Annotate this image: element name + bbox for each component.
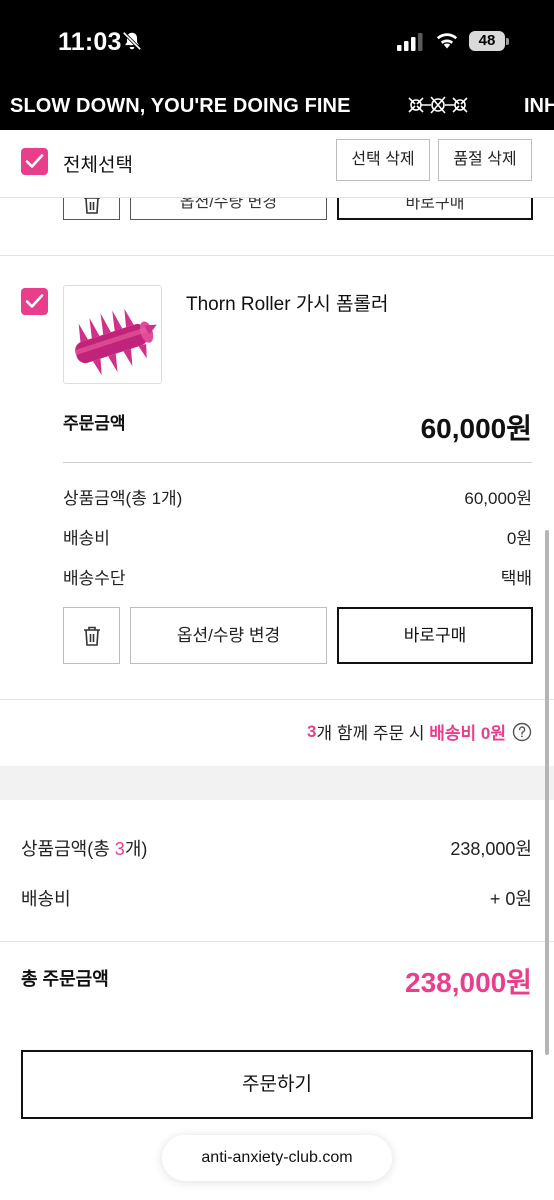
buy-now-button[interactable]: 바로구매 [337,607,533,664]
cellular-signal-icon [397,33,423,51]
grand-total-value: 238,000원 [405,967,532,998]
select-all-checkbox[interactable] [21,148,48,175]
shipping-fee-label: 배송비 [63,529,110,548]
delete-soldout-button[interactable]: 품절 삭제 [438,139,532,181]
total-product-count: 3 [114,839,125,859]
announcement-marquee[interactable]: SLOW DOWN, YOU'RE DOING FINE INH [0,80,554,130]
delivery-method-label: 배송수단 [63,569,126,588]
wifi-icon [436,33,458,49]
marquee-text: SLOW DOWN, YOU'RE DOING FINE [10,95,351,117]
total-product-label: 상품금액(총 3개) [21,839,148,859]
bundle-highlight: 배송비 0원 [429,724,506,743]
battery-icon: 48 [469,31,509,51]
product-amount-value: 60,000원 [464,489,532,508]
foam-roller-image [74,308,157,376]
grand-total-label: 총 주문금액 [21,969,109,989]
select-all-label: 전체선택 [63,155,133,176]
previous-item-actions: 옵션/수량 변경 바로구매 [0,198,554,223]
total-shipping-value: + 0원 [489,889,532,909]
status-time: 11:03 [58,28,122,56]
bell-slash-icon [122,31,142,51]
scrollbar[interactable] [545,530,549,1055]
item-bottom-divider [0,699,554,700]
status-bar: 11:03 48 [0,0,554,80]
shipping-fee-value: 0원 [506,529,532,548]
amount-divider [63,462,532,463]
order-amount-label: 주문금액 [63,414,126,433]
previous-option-button[interactable]: 옵션/수량 변경 [130,198,327,220]
product-name[interactable]: Thorn Roller 가시 폼롤러 [186,289,389,316]
bundle-count: 3 [307,721,317,741]
change-option-button[interactable]: 옵션/수량 변경 [130,607,327,664]
trash-icon [84,626,100,646]
checkmark-icon [25,154,44,168]
delete-item-button[interactable] [63,607,120,664]
product-thumbnail[interactable] [63,285,162,384]
help-icon[interactable] [512,722,532,742]
order-amount-value: 60,000원 [420,413,532,444]
delete-selected-button[interactable]: 선택 삭제 [336,139,430,181]
item-divider [0,255,554,256]
battery-level: 48 [469,31,505,51]
brand-logo-icon [408,96,468,114]
previous-trash-button[interactable] [63,198,120,220]
total-shipping-label: 배송비 [21,889,71,909]
delivery-method-value: 택배 [500,569,532,588]
previous-buy-now-button[interactable]: 바로구매 [337,198,533,220]
section-separator [0,766,554,800]
select-all-bar: 전체선택 선택 삭제 품절 삭제 [0,130,554,198]
totals-divider [0,941,554,942]
place-order-button[interactable]: 주문하기 [21,1050,533,1119]
marquee-text-next: INH [524,95,554,117]
item-checkbox[interactable] [21,288,48,315]
trash-icon [84,198,100,214]
total-product-value: 238,000원 [450,839,532,859]
checkmark-icon [25,294,44,308]
bundle-text: 개 함께 주문 시 [316,724,430,743]
bundle-shipping-notice: 3 개 함께 주문 시 배송비 0원 [307,719,532,744]
browser-url-bar[interactable]: anti-anxiety-club.com [162,1135,392,1181]
product-amount-label: 상품금액(총 1개) [63,489,183,508]
